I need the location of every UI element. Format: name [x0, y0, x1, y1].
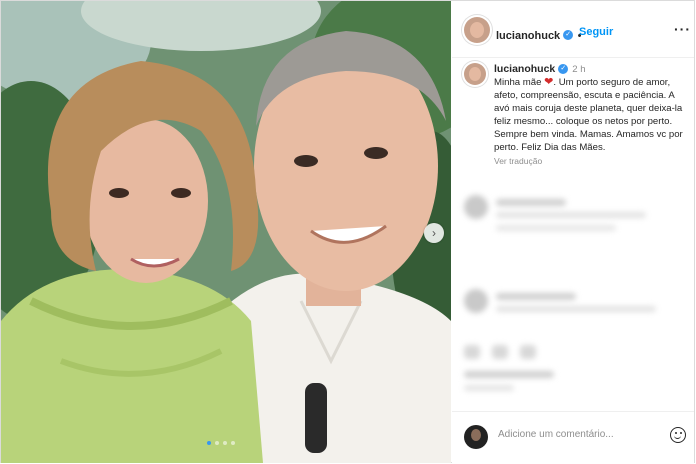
- post-time: 2 h: [572, 64, 586, 75]
- post-caption: lucianohuck ✓ 2 h Minha mãe ❤. Um porto se…: [494, 63, 690, 168]
- author-username[interactable]: lucianohuck: [496, 30, 560, 42]
- post-header: lucianohuck ✓ • Seguir ···: [452, 1, 694, 58]
- photo-illustration: [1, 1, 451, 463]
- carousel-dot-3: [223, 441, 227, 445]
- carousel-indicator: [207, 441, 235, 445]
- blurred-comments: [452, 185, 694, 410]
- caption-username[interactable]: lucianohuck: [494, 63, 555, 75]
- caption-avatar[interactable]: [464, 63, 486, 85]
- author-name-row: lucianohuck ✓ •: [496, 26, 582, 44]
- post-photo[interactable]: ›: [1, 1, 451, 463]
- post-side-panel: lucianohuck ✓ • Seguir ··· lucianohuck ✓ 2 …: [452, 1, 694, 463]
- caption-text-rest: . Um porto seguro de amor, afeto, compre…: [494, 77, 683, 153]
- follow-button[interactable]: Seguir: [579, 26, 613, 38]
- see-translation-link[interactable]: Ver tradução: [494, 155, 690, 168]
- carousel-dot-4: [231, 441, 235, 445]
- verified-badge-icon: ✓: [563, 29, 574, 40]
- author-avatar[interactable]: [464, 17, 490, 43]
- verified-badge-icon: ✓: [558, 64, 569, 75]
- caption-text-start: Minha mãe: [494, 77, 542, 88]
- carousel-dot-2: [215, 441, 219, 445]
- chevron-right-icon: ›: [432, 226, 436, 240]
- heart-icon: ❤: [544, 76, 554, 88]
- viewer-avatar: [464, 425, 488, 449]
- comment-input[interactable]: [498, 429, 648, 440]
- comment-footer: [452, 411, 694, 464]
- carousel-dot-1: [207, 441, 211, 445]
- emoji-icon[interactable]: [670, 427, 686, 443]
- more-options-button[interactable]: ···: [674, 21, 691, 37]
- carousel-next-button[interactable]: ›: [424, 223, 444, 243]
